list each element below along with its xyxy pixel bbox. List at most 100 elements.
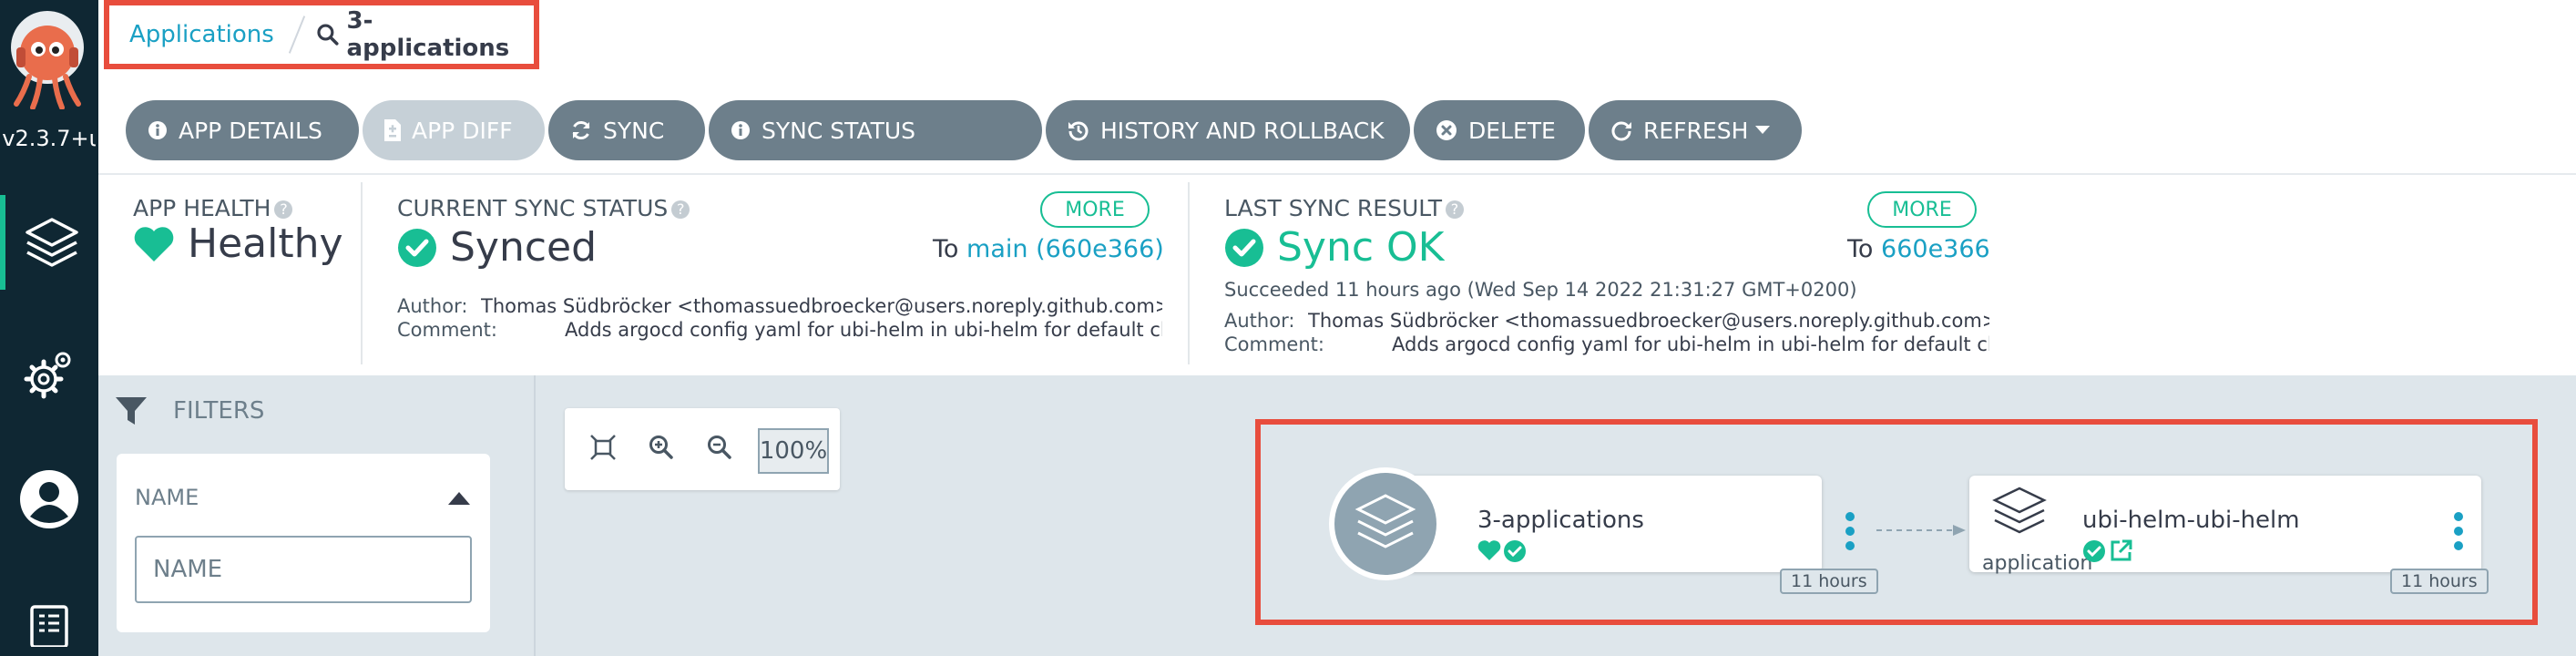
application-tree-highlight: 3-applications 11 hours application ubi-…	[1255, 419, 2538, 625]
side-nav: v2.3.7+ι	[0, 0, 98, 656]
comment-label: Comment:	[1224, 333, 1324, 355]
external-link-icon[interactable]	[2110, 538, 2133, 562]
nav-user-info[interactable]	[0, 452, 98, 547]
app-diff-label: APP DIFF	[412, 117, 513, 144]
last-sync-section: LAST SYNC RESULT? MORE Sync OK To 660e36…	[1224, 177, 1990, 375]
child-app-name: ubi-helm-ubi-helm	[2082, 507, 2300, 534]
name-filter-title: NAME	[135, 485, 199, 510]
sync-target-revision-link[interactable]: main (660e366)	[966, 235, 1164, 263]
filters-panel: FILTERS NAME	[98, 375, 536, 656]
nav-applications[interactable]	[0, 195, 98, 290]
tree-edge	[1876, 525, 1966, 536]
fit-to-screen-icon[interactable]	[590, 435, 616, 460]
child-app-age: 11 hours	[2390, 569, 2489, 594]
last-sync-status-text: Sync OK	[1277, 224, 1445, 271]
application-layers-icon	[1992, 487, 2047, 534]
last-sync-target-prefix: To	[1847, 235, 1874, 263]
current-sync-label: CURRENT SYNC STATUS	[397, 195, 669, 221]
zoom-out-icon[interactable]	[707, 435, 732, 460]
check-circle-icon	[1225, 228, 1263, 267]
help-icon[interactable]: ?	[1446, 200, 1465, 219]
app-details-button[interactable]: APP DETAILS	[126, 100, 359, 160]
app-health-section: APP HEALTH? Healthy	[133, 177, 361, 375]
check-circle-icon	[398, 228, 436, 267]
name-filter-input[interactable]	[135, 536, 472, 603]
comment-label: Comment:	[397, 319, 497, 341]
filter-icon	[116, 397, 147, 425]
last-sync-label: LAST SYNC RESULT	[1224, 195, 1443, 221]
app-diff-button[interactable]: APP DIFF	[363, 100, 545, 160]
filters-header[interactable]: FILTERS	[115, 395, 264, 426]
version-label: v2.3.7+ι	[2, 126, 97, 151]
delete-button[interactable]: DELETE	[1414, 100, 1585, 160]
refresh-button[interactable]: REFRESH	[1589, 100, 1802, 160]
sync-status: Synced	[397, 224, 597, 271]
history-icon	[1068, 121, 1089, 141]
healthy-heart-icon	[1477, 540, 1501, 560]
name-filter-card: NAME	[117, 454, 490, 632]
graph-zoom-controls: 100%	[565, 408, 840, 490]
child-app-kind: application	[1982, 552, 2093, 575]
zoom-in-icon[interactable]	[649, 435, 674, 460]
app-toolbar: APP DETAILS APP DIFF SYNC SYNC STATUS HI…	[98, 87, 2576, 175]
section-divider	[361, 182, 363, 364]
last-sync-succeeded: Succeeded 11 hours ago (Wed Sep 14 2022 …	[1224, 279, 1857, 301]
zoom-level[interactable]: 100%	[758, 428, 829, 474]
comment-value: Adds argocd config yaml for ubi-helm in …	[565, 319, 1162, 341]
user-avatar-icon	[20, 470, 78, 528]
layers-icon	[26, 218, 78, 267]
app-health-heading: APP HEALTH?	[133, 195, 293, 221]
author-value: Thomas Südbröcker <thomassuedbroecker@us…	[481, 295, 1162, 317]
help-icon[interactable]: ?	[274, 200, 293, 219]
last-sync-target: To 660e366	[1847, 235, 1990, 263]
breadcrumb: Applications 3-applications	[104, 0, 539, 69]
breadcrumb-applications-link[interactable]: Applications	[129, 21, 274, 48]
history-rollback-button[interactable]: HISTORY AND ROLLBACK	[1046, 100, 1410, 160]
sync-status-button[interactable]: SYNC STATUS	[709, 100, 1042, 160]
sync-status-more-button[interactable]: MORE	[1040, 191, 1150, 228]
breadcrumb-separator	[288, 15, 305, 54]
collapse-caret-icon[interactable]	[448, 492, 470, 505]
redo-icon	[1611, 121, 1631, 141]
last-sync-revision-link[interactable]: 660e366	[1881, 235, 1990, 263]
sync-icon	[572, 120, 590, 140]
sync-label: SYNC	[603, 117, 665, 144]
app-status-panel: APP HEALTH? Healthy CURRENT SYNC STATUS?…	[98, 177, 2576, 375]
sync-button[interactable]: SYNC	[548, 100, 705, 160]
sync-target-prefix: To	[933, 235, 959, 263]
delete-label: DELETE	[1468, 117, 1556, 144]
nav-docs[interactable]	[0, 592, 98, 656]
nav-settings[interactable]	[0, 326, 98, 421]
comment-value: Adds argocd config yaml for ubi-helm in …	[1392, 333, 1989, 355]
help-icon[interactable]: ?	[671, 200, 690, 219]
author-value: Thomas Südbröcker <thomassuedbroecker@us…	[1308, 310, 1989, 332]
filters-title: FILTERS	[173, 397, 265, 425]
last-sync-status: Sync OK	[1224, 224, 1445, 271]
app-details-label: APP DETAILS	[179, 117, 322, 144]
refresh-label: REFRESH	[1643, 117, 1749, 144]
file-diff-icon	[384, 119, 401, 141]
synced-check-icon	[2083, 540, 2105, 562]
child-app-menu-icon[interactable]	[2454, 512, 2463, 556]
synced-check-icon	[1504, 540, 1526, 562]
health-status: Healthy	[133, 220, 343, 267]
info-circle-icon	[731, 121, 750, 139]
info-circle-icon	[148, 121, 167, 139]
gear-icon	[24, 352, 71, 399]
author-label: Author:	[1224, 310, 1295, 332]
sync-target: To main (660e366)	[933, 235, 1164, 263]
root-app-menu-icon[interactable]	[1845, 512, 1855, 556]
heart-icon	[134, 226, 174, 261]
breadcrumb-current-app: 3-applications	[346, 7, 510, 62]
history-rollback-label: HISTORY AND ROLLBACK	[1100, 117, 1385, 144]
sync-status-text: Synced	[450, 224, 598, 271]
resource-view: FILTERS NAME 100%	[98, 375, 2576, 656]
root-app-name: 3-applications	[1477, 507, 1644, 534]
search-icon	[317, 24, 339, 46]
last-sync-heading: LAST SYNC RESULT?	[1224, 195, 1465, 221]
argo-logo[interactable]	[4, 7, 91, 109]
last-sync-more-button[interactable]: MORE	[1867, 191, 1977, 228]
section-divider	[1188, 182, 1190, 364]
root-app-age: 11 hours	[1780, 569, 1878, 594]
app-health-label: APP HEALTH	[133, 195, 271, 221]
